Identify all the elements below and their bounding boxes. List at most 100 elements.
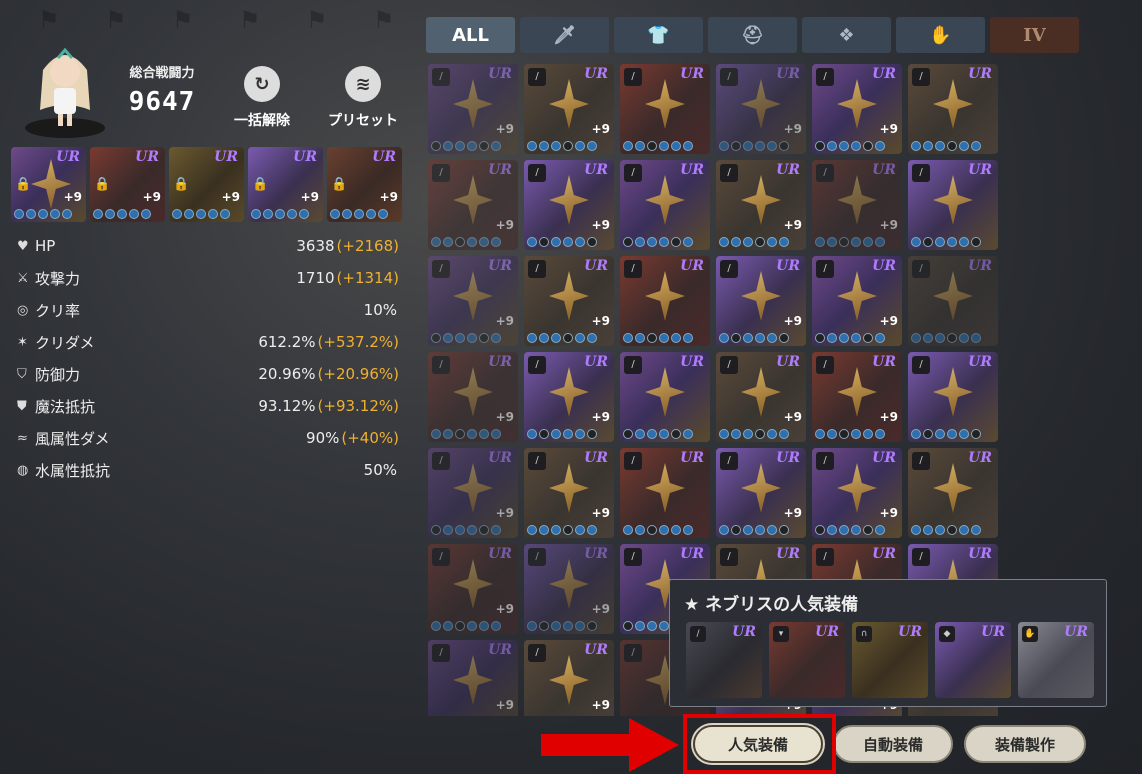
equipped-slot-armor[interactable]: 🔒 UR +9 — [90, 147, 165, 222]
enhance-level: +9 — [879, 410, 898, 424]
inventory-item[interactable]: / UR +9 — [428, 160, 518, 250]
rune-chip — [911, 333, 921, 343]
inventory-item[interactable]: / UR +9 — [716, 64, 806, 154]
rune-slots — [911, 429, 981, 439]
popular-item-amulet[interactable]: ◆ UR — [935, 622, 1011, 698]
inventory-item[interactable]: / UR +9 — [812, 448, 902, 538]
equipped-slot-gloves[interactable]: 🔒 UR +9 — [327, 147, 402, 222]
inventory-item[interactable]: / UR +9 — [428, 64, 518, 154]
inventory-item[interactable]: / UR — [908, 160, 998, 250]
rune-chip — [455, 333, 465, 343]
craft-equipment-button[interactable]: 装備製作 — [964, 725, 1086, 763]
equipped-slot-amulet[interactable]: 🔒 UR +9 — [248, 147, 323, 222]
enhance-level: +9 — [495, 410, 514, 424]
inventory-item[interactable]: / UR +9 — [428, 448, 518, 538]
inventory-item[interactable]: / UR +9 — [524, 352, 614, 442]
popular-item-helmet[interactable]: ∩ UR — [852, 622, 928, 698]
inventory-item[interactable]: / UR +9 — [428, 640, 518, 716]
rarity-badge: UR — [776, 546, 800, 562]
tab-gloves[interactable]: ✋ — [896, 17, 985, 53]
total-power-label: 総合戦闘力 — [129, 66, 195, 81]
weapon-icon — [837, 367, 877, 417]
rune-chip — [635, 621, 645, 631]
inventory-item[interactable]: / UR — [620, 160, 710, 250]
popular-item-gloves[interactable]: ✋ UR — [1018, 622, 1094, 698]
inventory-item[interactable]: / UR +9 — [812, 160, 902, 250]
tab-weapon[interactable]: 🗡 — [520, 17, 609, 53]
water-icon: ◍ — [17, 462, 29, 478]
popular-item-armor[interactable]: ▾ UR — [769, 622, 845, 698]
inventory-item[interactable]: / UR +9 — [716, 160, 806, 250]
inventory-item[interactable]: / UR +9 — [716, 448, 806, 538]
tab-amulet[interactable]: ❖ — [802, 17, 891, 53]
inventory-item[interactable]: / UR — [620, 352, 710, 442]
rune-chip — [935, 237, 945, 247]
inventory-item[interactable]: / UR +9 — [524, 160, 614, 250]
inventory-item[interactable]: / UR — [908, 352, 998, 442]
inventory-item[interactable]: / UR +9 — [428, 352, 518, 442]
tab-all[interactable]: ALL — [426, 17, 515, 53]
rune-slots — [815, 429, 885, 439]
equipped-slot-helmet[interactable]: 🔒 UR +9 — [169, 147, 244, 222]
rune-slots — [719, 141, 789, 151]
magic-shield-icon: ⛊ — [17, 398, 27, 414]
inventory-item[interactable]: / UR +9 — [524, 544, 614, 634]
stat-row: ♥ HP 3638 (+2168) — [17, 230, 399, 262]
rune-chip — [623, 525, 633, 535]
inventory-item[interactable]: / UR +9 — [428, 544, 518, 634]
inventory-item[interactable]: / UR +9 — [524, 256, 614, 346]
inventory-item[interactable]: / UR — [620, 256, 710, 346]
inventory-item[interactable]: / UR +9 — [812, 352, 902, 442]
inventory-item[interactable]: / UR +9 — [716, 352, 806, 442]
rarity-badge: UR — [488, 162, 512, 178]
rune-chip — [827, 429, 837, 439]
rune-chip — [443, 333, 453, 343]
popular-item-weapon[interactable]: / UR — [686, 622, 762, 698]
inventory-item[interactable]: / UR — [908, 64, 998, 154]
inventory-item[interactable]: / UR +9 — [812, 256, 902, 346]
inventory-item[interactable]: / UR +9 — [524, 448, 614, 538]
enhance-level: +9 — [495, 122, 514, 136]
item-type-icon: / — [912, 164, 930, 182]
rune-chip — [947, 525, 957, 535]
inventory-item[interactable]: / UR +9 — [524, 640, 614, 716]
inventory-item[interactable]: / UR — [620, 64, 710, 154]
rune-chip — [479, 525, 489, 535]
enhance-level: +9 — [591, 506, 610, 520]
enhance-level: +9 — [221, 190, 240, 204]
auto-equip-button[interactable]: 自動装備 — [833, 725, 953, 763]
inventory-item[interactable]: / UR — [908, 256, 998, 346]
inventory-item[interactable]: / UR +9 — [428, 256, 518, 346]
enhance-level: +9 — [495, 602, 514, 616]
tab-armor[interactable]: 👕 — [614, 17, 703, 53]
rune-chip — [959, 237, 969, 247]
rune-chip — [851, 237, 861, 247]
preset-button[interactable]: ≋ プリセット — [318, 66, 408, 130]
inventory-item[interactable]: / UR +9 — [716, 256, 806, 346]
rune-slots — [431, 141, 501, 151]
rune-chip — [455, 621, 465, 631]
rune-chip — [623, 141, 633, 151]
rune-chip — [779, 237, 789, 247]
rune-chip — [671, 141, 681, 151]
enhance-level: +9 — [783, 122, 802, 136]
rarity-badge: UR — [293, 149, 317, 165]
rune-slots — [719, 333, 789, 343]
tab-tier[interactable]: IV — [990, 17, 1079, 53]
tab-helmet[interactable]: ⛑ — [708, 17, 797, 53]
inventory-item[interactable]: / UR — [620, 448, 710, 538]
rune-slots — [815, 525, 885, 535]
rune-chip — [491, 237, 501, 247]
item-type-icon: / — [816, 548, 834, 566]
rune-chip — [93, 209, 103, 219]
inventory-item[interactable]: / UR +9 — [812, 64, 902, 154]
inventory-item[interactable]: / UR +9 — [524, 64, 614, 154]
equipped-slot-weapon[interactable]: 🔒 UR +9 — [11, 147, 86, 222]
rarity-badge: UR — [981, 624, 1005, 640]
item-type-icon: / — [624, 356, 642, 374]
inventory-item[interactable]: / UR — [908, 448, 998, 538]
rune-chip — [527, 525, 537, 535]
unequip-all-button[interactable]: ↻ 一括解除 — [217, 66, 307, 130]
rune-slots — [527, 333, 597, 343]
item-type-icon: / — [528, 260, 546, 278]
